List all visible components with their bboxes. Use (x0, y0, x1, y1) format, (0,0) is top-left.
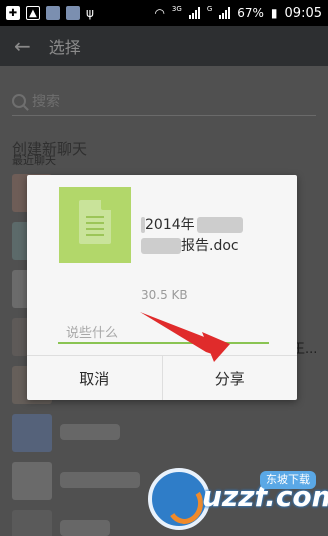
redacted-text (141, 238, 181, 254)
share-button[interactable]: 分享 (161, 356, 298, 400)
battery-icon: ▮ (270, 6, 278, 20)
watermark-logo: uzzf.com 东坡下载 (148, 468, 328, 536)
file-name: 2014年 报告.doc (141, 215, 243, 257)
wifi-icon: ◠ (154, 6, 165, 20)
file-size: 30.5 KB (141, 288, 188, 302)
app-bar: ← 选择 (0, 26, 328, 66)
back-arrow-icon[interactable]: ← (14, 34, 31, 58)
blurred-name (60, 424, 120, 440)
search-placeholder: 搜索 (32, 93, 60, 110)
dialog-buttons: 取消 分享 (27, 355, 297, 400)
avatar (12, 414, 52, 452)
app-notification-icon (66, 6, 80, 20)
search-icon (12, 93, 26, 108)
watermark-tag: 东坡下载 (260, 471, 316, 489)
signal-icon (219, 7, 231, 19)
image-notification-icon: ▲ (26, 6, 40, 20)
signal-icon (188, 7, 200, 19)
battery-percent: 67% (237, 6, 264, 20)
recent-chats-label: 最近聊天 (12, 154, 56, 167)
network-type: 3G (171, 4, 182, 13)
doc-thumbnail (59, 187, 131, 263)
clock: 09:05 (284, 5, 322, 21)
share-dialog: 2014年 报告.doc 30.5 KB 说些什么 取消 分享 (27, 175, 297, 400)
file-name-line1: 2014年 (145, 217, 195, 233)
message-input[interactable]: 说些什么 (58, 318, 269, 344)
usb-icon: ψ (86, 6, 94, 20)
blurred-name (60, 472, 140, 488)
blurred-name (60, 520, 110, 536)
add-notification-icon: ✚ (6, 6, 20, 20)
app-notification-icon (46, 6, 60, 20)
network-type-2: G (206, 4, 213, 13)
search-input[interactable]: 搜索 (12, 86, 316, 116)
page-title: 选择 (48, 38, 81, 57)
status-bar: ✚ ▲ ψ ◠ 3G G 67% ▮ 09:05 (0, 0, 328, 26)
document-icon (79, 200, 111, 244)
watermark-circle-icon (148, 468, 210, 530)
avatar (12, 462, 52, 500)
list-item[interactable] (0, 410, 328, 456)
redacted-text (196, 217, 243, 233)
avatar (12, 510, 52, 536)
file-name-line2: 报告.doc (181, 238, 239, 254)
cancel-button[interactable]: 取消 (27, 356, 162, 400)
